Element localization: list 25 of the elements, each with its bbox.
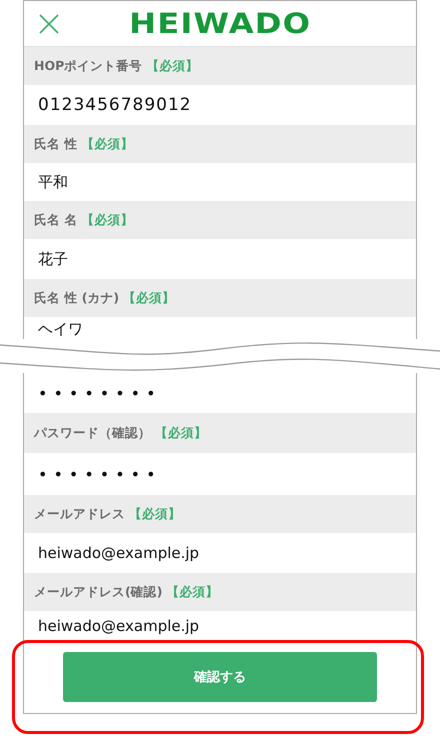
input-field[interactable]: 花子: [24, 239, 416, 279]
input-field[interactable]: heiwado@example.jp: [24, 611, 416, 641]
required-tag: 【必須】: [129, 506, 181, 522]
input-field[interactable]: 0123456789012: [24, 85, 416, 125]
field-label: 氏名 性 (カナ): [34, 290, 120, 306]
input-field[interactable]: 平和: [24, 163, 416, 201]
input-field[interactable]: ••••••••: [24, 453, 416, 495]
field-label: HOPポイント番号: [34, 58, 142, 74]
required-tag: 【必須】: [81, 212, 134, 228]
close-button[interactable]: [38, 13, 60, 35]
field-label: パスワード（確認）: [34, 424, 151, 442]
field-label: 氏名 性: [34, 136, 78, 152]
field-label: 氏名 名: [34, 212, 78, 228]
input-field[interactable]: heiwado@example.jp: [24, 533, 416, 573]
required-tag: 【必須】: [81, 136, 134, 152]
required-tag: 【必須】: [146, 58, 198, 74]
required-tag: 【必須】: [155, 424, 207, 442]
field-label: メールアドレス(確認): [34, 584, 162, 600]
field-label: メールアドレス: [34, 506, 125, 522]
required-tag: 【必須】: [166, 584, 218, 600]
input-field[interactable]: ヘイワ: [24, 317, 416, 339]
input-field[interactable]: ••••••••: [24, 373, 416, 413]
required-tag: 【必須】: [123, 290, 176, 306]
logo: HEIWADO: [128, 7, 312, 40]
close-icon: [38, 13, 60, 35]
